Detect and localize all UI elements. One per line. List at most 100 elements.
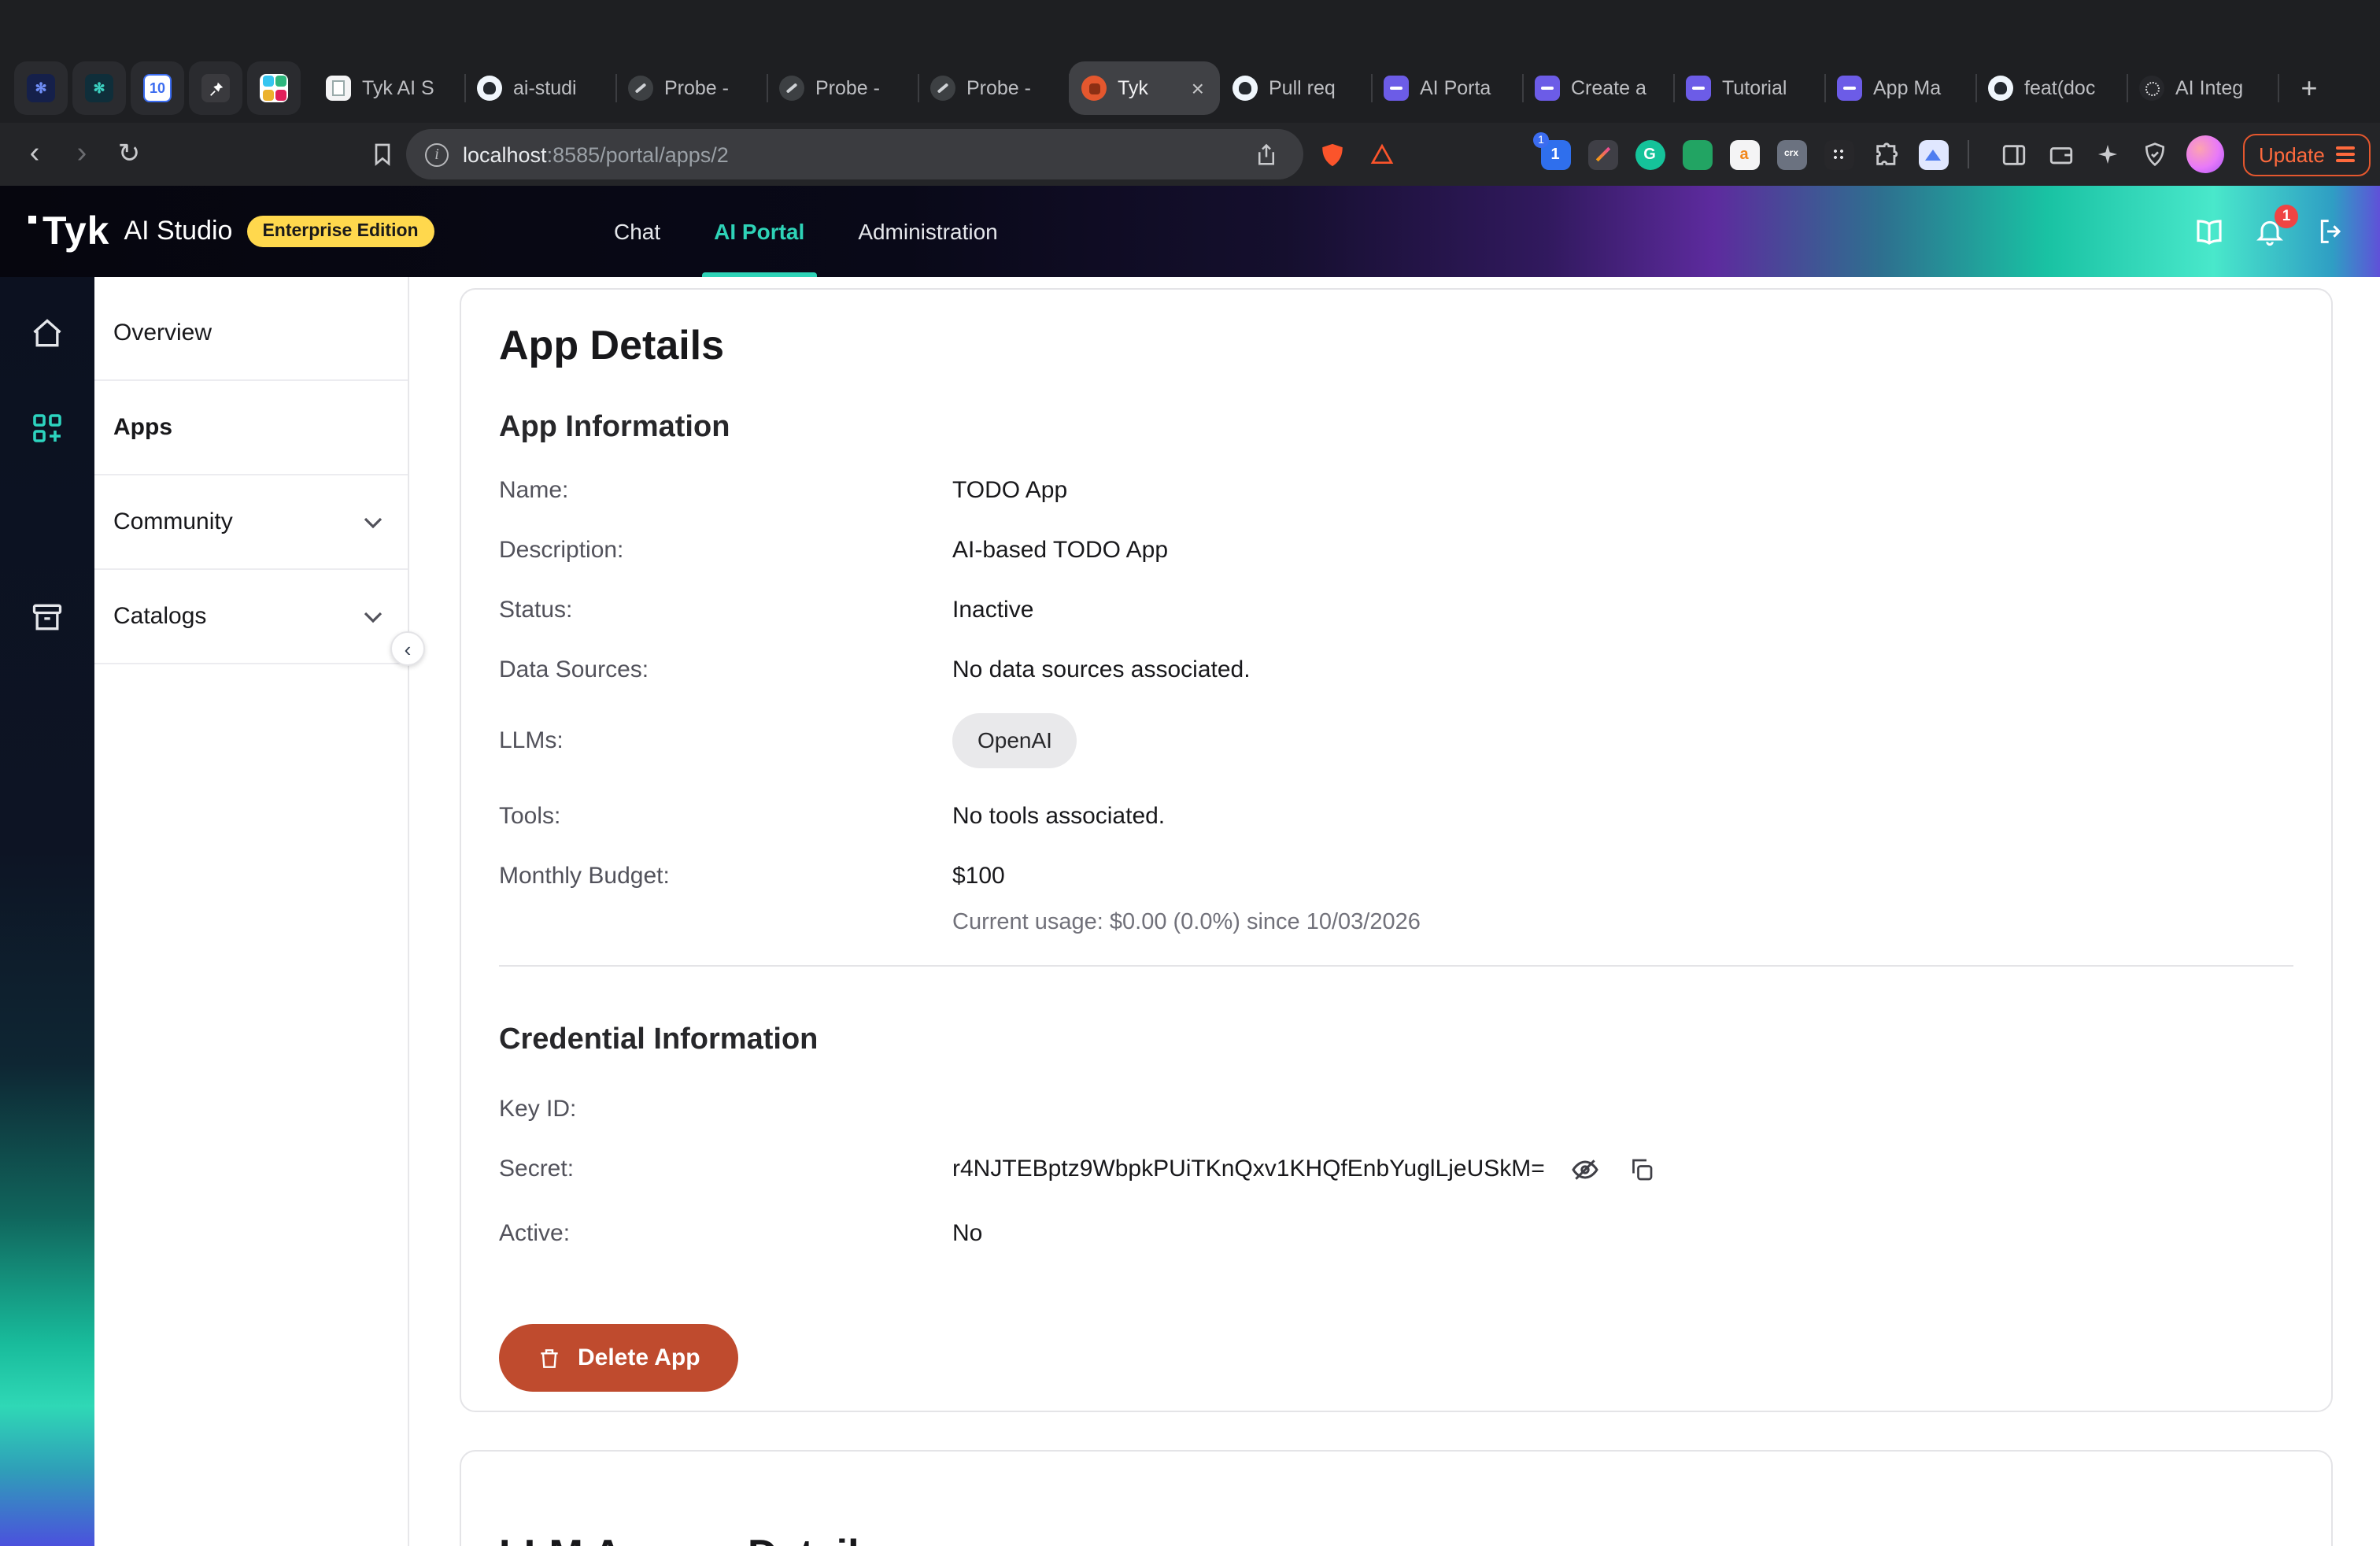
- page-title: App Details: [499, 321, 2293, 370]
- field-value: No tools associated.: [952, 800, 1165, 833]
- pin-icon: [201, 74, 230, 102]
- bookmark-icon[interactable]: [364, 135, 401, 173]
- image-viewer-extension-icon[interactable]: [1914, 135, 1952, 173]
- tab[interactable]: Create a: [1522, 61, 1673, 115]
- back-button[interactable]: ‹: [16, 135, 54, 173]
- catalog-box-icon[interactable]: [25, 595, 69, 639]
- tab[interactable]: Probe -: [918, 61, 1069, 115]
- tab-label: Probe -: [966, 77, 1056, 99]
- apps-grid-icon[interactable]: [25, 406, 69, 450]
- field-row-tools: Tools: No tools associated.: [499, 800, 2293, 833]
- notifications-bell-icon[interactable]: 1: [2252, 214, 2287, 249]
- sidebar-item-overview[interactable]: Overview: [94, 287, 408, 381]
- slack-icon: [260, 74, 288, 102]
- tab-label: Pull req: [1269, 77, 1358, 99]
- tab[interactable]: AI Porta: [1371, 61, 1522, 115]
- sidebar-collapse-button[interactable]: ‹: [390, 631, 425, 666]
- tab[interactable]: Tutorial: [1673, 61, 1824, 115]
- share-icon[interactable]: [1247, 135, 1284, 173]
- header-actions: 1: [2191, 214, 2380, 249]
- toolbar-separator: [1968, 140, 1969, 168]
- sidebar-panel-icon[interactable]: [1994, 135, 2032, 173]
- grammarly-extension-icon[interactable]: G: [1631, 135, 1669, 173]
- logout-icon[interactable]: [2314, 214, 2349, 249]
- sidebar: Overview Apps Community Catalogs ‹: [94, 277, 409, 1546]
- tab[interactable]: AI Integ: [2127, 61, 2278, 115]
- menu-icon: [2336, 147, 2355, 162]
- pinned-tab-5[interactable]: [247, 61, 301, 115]
- docs-book-icon[interactable]: [2191, 214, 2226, 249]
- sidebar-item-catalogs[interactable]: Catalogs: [94, 570, 408, 664]
- app-body: Overview Apps Community Catalogs ‹ App D…: [0, 277, 2380, 1546]
- tab[interactable]: feat(doc: [1975, 61, 2127, 115]
- llm-access-details-heading: LLM Access Details: [499, 1530, 2293, 1546]
- github-favicon: [1988, 76, 2013, 101]
- password-manager-extension-icon[interactable]: 1 1: [1536, 135, 1574, 173]
- main-content: App Details App Information Name: TODO A…: [409, 277, 2380, 1546]
- tab[interactable]: Tyk AI S: [313, 61, 464, 115]
- brave-shield-icon[interactable]: [1313, 135, 1351, 173]
- leo-ai-icon[interactable]: [2089, 135, 2127, 173]
- field-label: Active:: [499, 1217, 952, 1250]
- sidebar-item-community[interactable]: Community: [94, 475, 408, 570]
- pinned-tab-3[interactable]: 10: [131, 61, 184, 115]
- secret-value: r4NJTEBptz9WbpkPUiTKnQxv1KHQfEnbYuglLjeU…: [952, 1152, 1545, 1185]
- nav-administration[interactable]: Administration: [858, 186, 997, 277]
- profile-avatar[interactable]: [2186, 135, 2224, 173]
- copy-secret-icon[interactable]: [1627, 1153, 1658, 1185]
- nav-chat[interactable]: Chat: [614, 186, 660, 277]
- update-button[interactable]: Update: [2243, 133, 2371, 176]
- delete-app-label: Delete App: [578, 1344, 700, 1371]
- document-favicon: [326, 76, 351, 101]
- budget-usage-note: Current usage: $0.00 (0.0%) since 10/03/…: [952, 907, 1421, 940]
- secret-value-block: r4NJTEBptz9WbpkPUiTKnQxv1KHQfEnbYuglLjeU…: [952, 1152, 1658, 1185]
- tabs: Tyk AI S ai-studi Probe - Probe - Probe …: [313, 61, 2278, 115]
- green-extension-icon[interactable]: [1678, 135, 1716, 173]
- app-teal-icon: ✻: [85, 74, 113, 102]
- close-tab-icon[interactable]: ×: [1188, 77, 1207, 99]
- pinned-tab-4[interactable]: [189, 61, 242, 115]
- hide-secret-eye-off-icon[interactable]: [1570, 1153, 1602, 1185]
- delete-app-button[interactable]: Delete App: [499, 1324, 738, 1392]
- portal-doc-favicon: [1384, 76, 1409, 101]
- pinned-tab-1[interactable]: ✻: [14, 61, 68, 115]
- llm-chip: OpenAI: [952, 713, 1077, 768]
- field-row-data-sources: Data Sources: No data sources associated…: [499, 653, 2293, 686]
- tyk-logo: Tyk: [28, 209, 109, 254]
- tab[interactable]: Probe -: [767, 61, 918, 115]
- address-bar[interactable]: i localhost:8585/portal/apps/2: [406, 129, 1303, 179]
- tab-label: feat(doc: [2024, 77, 2114, 99]
- tab-label: ai-studi: [513, 77, 603, 99]
- dark-grid-extension-icon[interactable]: [1820, 135, 1857, 173]
- portal-doc-favicon: [1837, 76, 1862, 101]
- reload-button[interactable]: ↻: [110, 135, 148, 173]
- tab[interactable]: Pull req: [1220, 61, 1371, 115]
- field-label: Description:: [499, 534, 952, 567]
- privacy-shield-icon[interactable]: [2136, 135, 2174, 173]
- nav-ai-portal[interactable]: AI Portal: [714, 186, 804, 277]
- field-row-name: Name: TODO App: [499, 474, 2293, 507]
- tab-label: AI Integ: [2175, 77, 2265, 99]
- new-tab-button[interactable]: +: [2287, 66, 2331, 110]
- brave-rewards-icon[interactable]: [1363, 135, 1401, 173]
- crx-extension-icon[interactable]: crx: [1772, 135, 1810, 173]
- tab[interactable]: ai-studi: [464, 61, 615, 115]
- github-favicon: [1232, 76, 1258, 101]
- tab[interactable]: Probe -: [615, 61, 767, 115]
- pinned-tab-2[interactable]: ✻: [72, 61, 126, 115]
- wallet-icon[interactable]: [2042, 135, 2079, 173]
- amazon-extension-icon[interactable]: a: [1725, 135, 1763, 173]
- field-label: Monthly Budget:: [499, 860, 952, 940]
- tab-active[interactable]: Tyk ×: [1069, 61, 1220, 115]
- tab[interactable]: App Ma: [1824, 61, 1975, 115]
- ai-grid-favicon: [2139, 76, 2164, 101]
- field-row-llms: LLMs: OpenAI: [499, 713, 2293, 768]
- sidebar-item-apps[interactable]: Apps: [94, 381, 408, 475]
- site-info-icon[interactable]: i: [425, 142, 449, 166]
- puzzle-extensions-icon[interactable]: [1867, 135, 1905, 173]
- forward-button[interactable]: ›: [63, 135, 101, 173]
- home-icon[interactable]: [25, 312, 69, 356]
- field-label: Status:: [499, 594, 952, 627]
- field-label: Key ID:: [499, 1093, 952, 1126]
- pencil-editor-extension-icon[interactable]: [1584, 135, 1621, 173]
